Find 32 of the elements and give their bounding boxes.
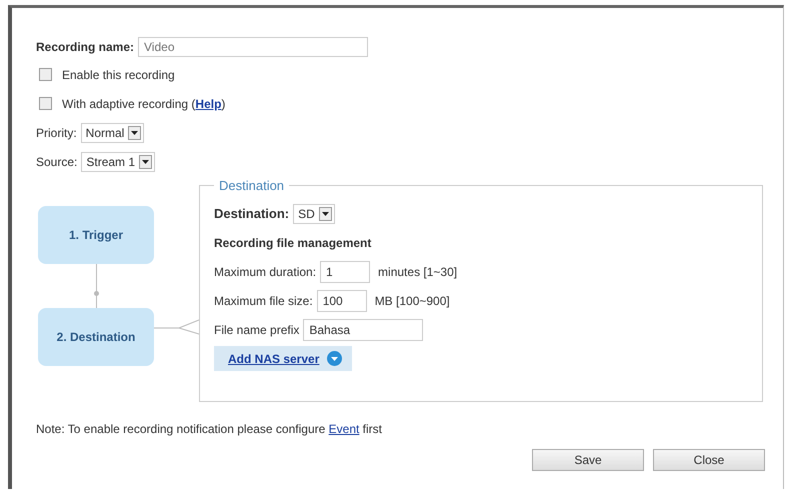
- field-label: Maximum file size:: [214, 294, 313, 308]
- step-box[interactable]: 2. Destination: [38, 308, 154, 366]
- note-text: Note: To enable recording notification please configure Event first: [36, 422, 383, 436]
- source-dropdown[interactable]: Stream 1: [81, 152, 156, 172]
- range-hint: minutes [1~30]: [378, 264, 458, 278]
- add-nas-server-button[interactable]: Add NAS server: [214, 346, 352, 371]
- expand-icon[interactable]: [327, 351, 342, 366]
- recording-name-field[interactable]: Video: [138, 37, 368, 57]
- field-label: Maximum duration:: [214, 264, 316, 278]
- checkbox-label: With adaptive recording (Help): [62, 96, 226, 110]
- checkbox[interactable]: [39, 97, 52, 110]
- help-link[interactable]: Help: [195, 96, 222, 110]
- step-box[interactable]: 1. Trigger: [38, 206, 154, 264]
- input-field[interactable]: 1: [320, 260, 370, 282]
- section-title: Recording file management: [214, 236, 372, 250]
- group-legend: Destination: [214, 178, 290, 193]
- add-nas-server-link[interactable]: Add NAS server: [228, 352, 320, 366]
- dialog-button[interactable]: Save: [532, 449, 644, 471]
- destination-dropdown[interactable]: SD: [293, 204, 335, 224]
- field-label: Source:: [36, 154, 78, 168]
- input-field[interactable]: 100: [316, 290, 367, 312]
- field-label: File name prefix: [214, 322, 300, 336]
- checkbox[interactable]: [39, 68, 52, 81]
- field-label: Destination:: [214, 206, 290, 221]
- field-label: Recording name:: [36, 40, 134, 54]
- event-link[interactable]: Event: [328, 422, 360, 436]
- range-hint: MB [100~900]: [374, 294, 450, 308]
- checkbox-label: Enable this recording: [62, 68, 175, 82]
- dialog-button[interactable]: Close: [653, 449, 765, 471]
- field-label: Priority:: [36, 126, 77, 140]
- priority-dropdown[interactable]: Normal: [80, 122, 144, 142]
- input-field[interactable]: Bahasa: [303, 318, 424, 340]
